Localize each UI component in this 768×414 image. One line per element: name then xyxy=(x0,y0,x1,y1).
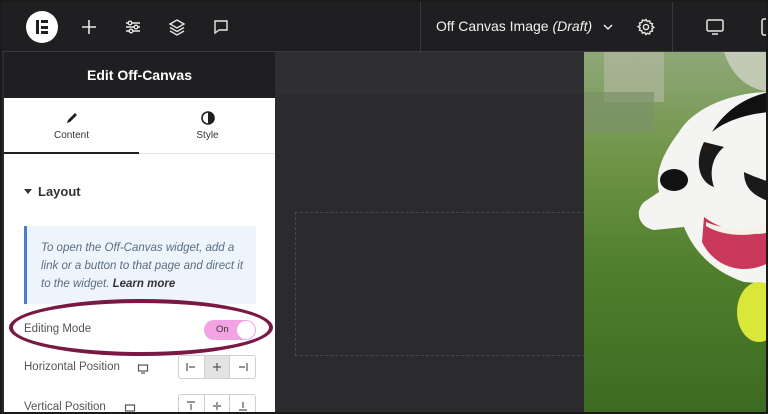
desktop-icon[interactable] xyxy=(137,362,149,374)
align-bottom-icon xyxy=(238,402,247,411)
document-status: (Draft) xyxy=(552,18,593,34)
align-center-icon xyxy=(213,363,221,371)
horizontal-position-control xyxy=(178,355,256,379)
layers-icon[interactable] xyxy=(166,16,188,38)
desktop-icon[interactable] xyxy=(124,402,136,412)
align-center-button[interactable] xyxy=(204,356,231,378)
empty-drop-zone[interactable] xyxy=(295,212,585,356)
comment-icon[interactable] xyxy=(210,16,232,38)
align-right-icon xyxy=(238,363,248,371)
align-middle-button[interactable] xyxy=(205,395,231,412)
top-bar: Off Canvas Image (Draft) xyxy=(2,2,766,52)
half-circle-icon xyxy=(200,110,216,126)
align-top-icon xyxy=(187,401,196,410)
align-right-button[interactable] xyxy=(230,356,255,378)
caret-down-icon xyxy=(24,189,32,195)
align-left-button[interactable] xyxy=(179,356,205,378)
pencil-icon xyxy=(64,110,80,126)
elementor-logo-icon[interactable] xyxy=(26,11,58,43)
panel-title: Edit Off-Canvas xyxy=(4,52,275,98)
dog-photo xyxy=(584,52,766,412)
tab-style-label: Style xyxy=(196,130,219,141)
align-top-button[interactable] xyxy=(179,395,205,412)
preview-canvas xyxy=(275,52,766,412)
vertical-position-control xyxy=(178,394,256,412)
panel-tabs: Content Style xyxy=(4,98,275,154)
align-middle-icon xyxy=(213,402,221,410)
vertical-position-label: Vertical Position xyxy=(24,401,106,413)
divider xyxy=(672,2,673,52)
tab-content[interactable]: Content xyxy=(4,98,139,154)
document-title-text: Off Canvas Image xyxy=(436,18,549,34)
editor-window: Off Canvas Image (Draft) Edit Off-Canvas… xyxy=(0,0,768,414)
tab-content-label: Content xyxy=(53,130,90,141)
chevron-down-icon[interactable] xyxy=(600,19,616,35)
gear-icon[interactable] xyxy=(636,17,656,37)
info-notice: To open the Off-Canvas widget, add a lin… xyxy=(24,226,256,304)
tab-style[interactable]: Style xyxy=(140,98,275,154)
horizontal-position-label: Horizontal Position xyxy=(24,361,120,373)
plus-icon[interactable] xyxy=(78,16,100,38)
document-title[interactable]: Off Canvas Image (Draft) xyxy=(436,18,592,34)
tablet-icon[interactable] xyxy=(758,16,766,38)
highlight-annotation xyxy=(9,299,273,356)
section-title-text: Layout xyxy=(38,184,81,199)
align-bottom-button[interactable] xyxy=(230,395,255,412)
settings-panel: Edit Off-Canvas Content Style Layout To … xyxy=(4,52,275,413)
divider xyxy=(420,2,421,52)
desktop-icon[interactable] xyxy=(704,16,726,38)
off-canvas-area xyxy=(275,94,585,412)
section-layout[interactable]: Layout xyxy=(24,184,81,199)
sliders-icon[interactable] xyxy=(122,16,144,38)
align-left-icon xyxy=(186,363,196,371)
learn-more-link[interactable]: Learn more xyxy=(113,278,176,290)
